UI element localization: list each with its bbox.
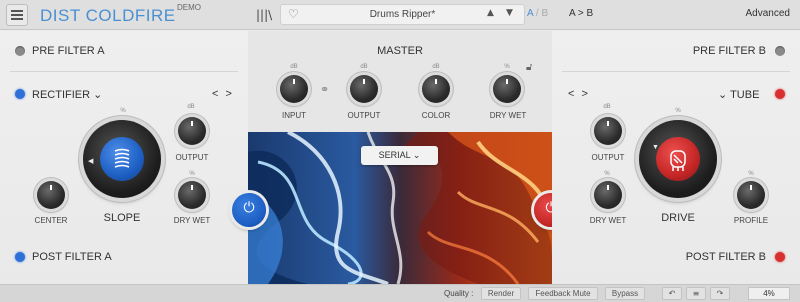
master-drywet-knob[interactable] <box>493 75 521 103</box>
drive-knob[interactable] <box>639 120 717 198</box>
master-drywet-label: DRY WET <box>489 111 527 120</box>
quality-label: Quality : <box>444 289 474 298</box>
plugin-window: DIST COLDFIRE DEMO |||\ ♡ Drums Ripper* … <box>0 0 800 302</box>
pre-filter-a-label[interactable]: PRE FILTER A <box>32 45 105 57</box>
ab-b[interactable]: B <box>541 8 548 19</box>
drywet-b-knob[interactable] <box>594 181 622 209</box>
input-unit: dB <box>290 64 298 70</box>
render-button[interactable]: Render <box>481 287 521 300</box>
rectifier-led[interactable] <box>15 89 25 99</box>
color-label: COLOR <box>421 111 451 120</box>
arrow-up-icon[interactable]: ▲ <box>487 8 494 18</box>
bottom-bar: Quality : Render Feedback Mute Bypass ↶ … <box>0 284 800 302</box>
power-a-button[interactable]: ⏻ <box>232 193 266 227</box>
drywet-a-label: DRY WET <box>173 216 211 225</box>
mode-label-a: RECTIFIER <box>32 89 91 101</box>
drywet-b-unit: % <box>604 171 610 177</box>
mode-dropdown-b[interactable]: ⌄ TUBE <box>718 88 759 101</box>
post-filter-a-led[interactable] <box>15 252 25 262</box>
ab-a[interactable]: A <box>527 8 533 19</box>
drive-label: DRIVE <box>661 212 695 224</box>
drive-center <box>656 137 700 181</box>
center-label: CENTER <box>34 216 68 225</box>
slope-label: SLOPE <box>103 212 141 224</box>
master-drywet-unit: % <box>504 64 510 70</box>
master-title: MASTER <box>377 45 423 57</box>
slope-knob[interactable] <box>83 120 161 198</box>
spring-icon <box>114 148 130 168</box>
link-icon[interactable]: ⚭ <box>320 83 329 96</box>
post-filter-a-label[interactable]: POST FILTER A <box>32 251 112 263</box>
drywet-a-unit: % <box>189 171 195 177</box>
arrow-down-icon[interactable]: ▼ <box>506 8 513 18</box>
slope-unit: % <box>120 108 126 114</box>
chevron-down-icon: ⌄ <box>718 89 728 101</box>
chevron-down-icon: ⌄ <box>412 150 421 160</box>
color-unit: dB <box>432 64 440 70</box>
top-bar: DIST COLDFIRE DEMO |||\ ♡ Drums Ripper* … <box>0 0 800 30</box>
input-knob[interactable] <box>280 75 308 103</box>
serial-label: SERIAL <box>378 150 411 160</box>
chevron-down-icon: ⌄ <box>93 89 103 101</box>
a-to-b-button[interactable]: A > B <box>569 8 593 19</box>
history-icon[interactable]: ≡ <box>686 287 706 300</box>
pre-filter-a-led[interactable] <box>15 46 25 56</box>
tube-icon <box>670 150 686 171</box>
slope-pointer-icon: ◀ <box>88 158 94 165</box>
drive-unit: % <box>675 108 681 114</box>
output-a-knob[interactable] <box>178 117 206 145</box>
color-knob[interactable] <box>422 75 450 103</box>
output-b-label: OUTPUT <box>591 153 625 162</box>
center-knob[interactable] <box>37 181 65 209</box>
output-a-unit: dB <box>187 104 195 110</box>
power-icon: ⏻ <box>243 200 255 216</box>
ab-separator: / <box>535 8 539 19</box>
cpu-meter: 4% <box>748 287 790 300</box>
divider <box>562 71 790 72</box>
master-output-unit: dB <box>360 64 368 70</box>
menu-icon[interactable] <box>6 4 28 26</box>
advanced-button[interactable]: Advanced <box>746 8 790 19</box>
pre-filter-b-led[interactable] <box>775 46 785 56</box>
post-filter-b-led[interactable] <box>775 252 785 262</box>
library-icon[interactable]: |||\ <box>256 8 272 22</box>
undo-icon[interactable]: ↶ <box>662 287 682 300</box>
bypass-button[interactable]: Bypass <box>605 287 645 300</box>
post-filter-b-label[interactable]: POST FILTER B <box>640 251 766 263</box>
output-a-label: OUTPUT <box>175 153 209 162</box>
drywet-a-knob[interactable] <box>178 181 206 209</box>
feedback-mute-button[interactable]: Feedback Mute <box>528 287 598 300</box>
mode-nav-b[interactable]: < > <box>568 88 590 100</box>
slope-center <box>100 137 144 181</box>
drive-pointer-icon: ▼ <box>652 144 659 151</box>
profile-label: PROFILE <box>733 216 769 225</box>
output-b-knob[interactable] <box>594 117 622 145</box>
drywet-b-label: DRY WET <box>589 216 627 225</box>
profile-knob[interactable] <box>737 181 765 209</box>
brand-title: DIST COLDFIRE <box>40 6 176 25</box>
mode-nav-a[interactable]: < > <box>212 88 234 100</box>
profile-unit: % <box>748 171 754 177</box>
mode-label-b: TUBE <box>730 89 760 101</box>
ab-switch[interactable]: A / B <box>527 8 548 19</box>
tube-led[interactable] <box>775 89 785 99</box>
lock-icon[interactable]: 🔓︎ <box>526 62 532 73</box>
redo-icon[interactable]: ↷ <box>710 287 730 300</box>
mode-dropdown-a[interactable]: RECTIFIER ⌄ <box>32 88 102 101</box>
input-label: INPUT <box>282 111 306 120</box>
output-b-unit: dB <box>603 104 611 110</box>
divider <box>10 71 238 72</box>
master-output-label: OUTPUT <box>347 111 381 120</box>
preset-browser[interactable]: ♡ Drums Ripper* ▲ ▼ <box>280 4 525 25</box>
demo-badge: DEMO <box>177 3 201 12</box>
master-output-knob[interactable] <box>350 75 378 103</box>
pre-filter-b-label[interactable]: PRE FILTER B <box>640 45 766 57</box>
serial-dropdown[interactable]: SERIAL ⌄ <box>361 146 438 165</box>
